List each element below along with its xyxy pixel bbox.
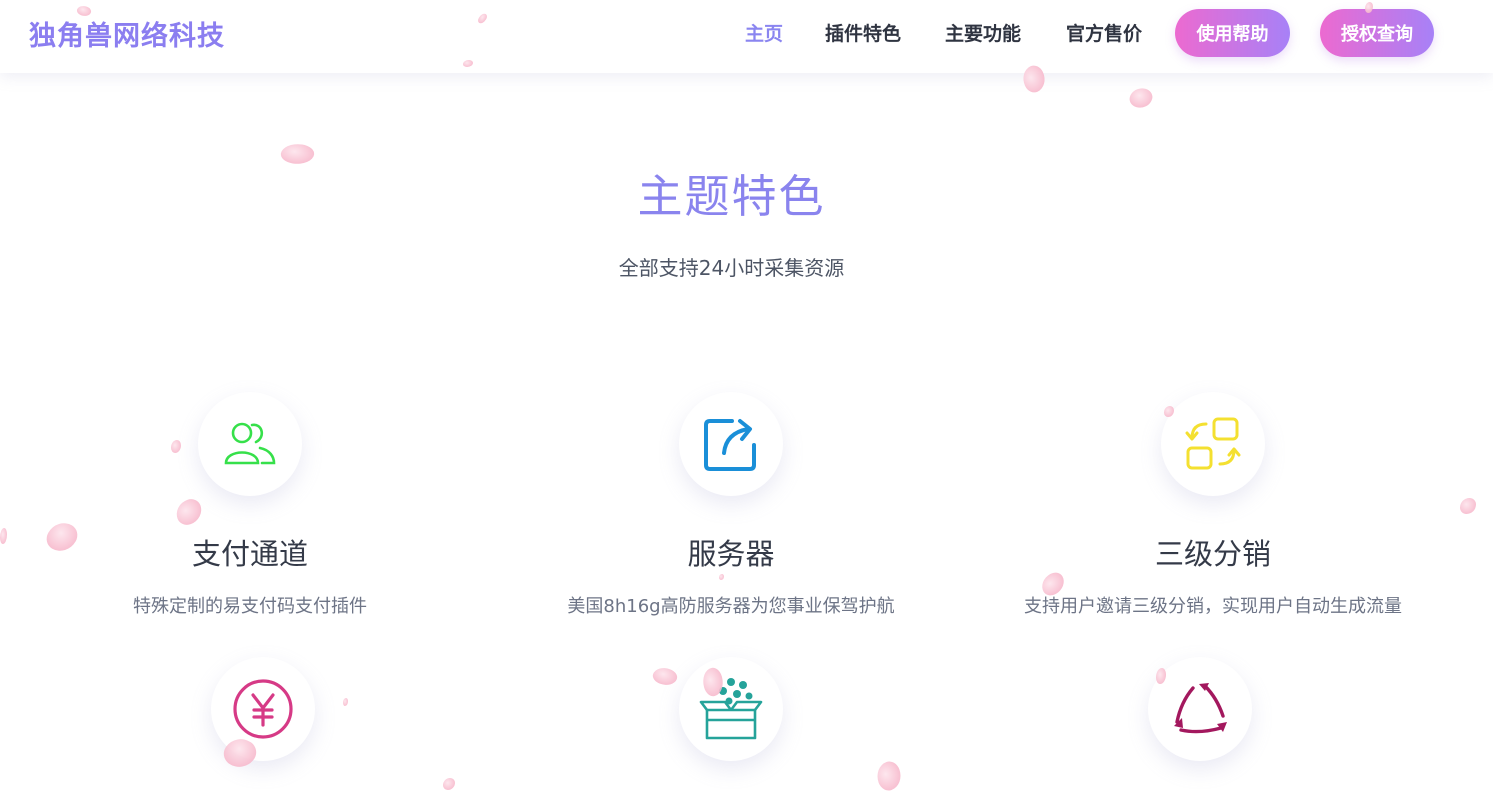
nav-pricing[interactable]: 官方售价 [1066, 19, 1142, 46]
petal-decoration [650, 664, 680, 689]
yen-icon [233, 679, 293, 739]
feature-title: 支付通道 [191, 537, 308, 571]
auth-query-button[interactable]: 授权查询 [1320, 9, 1434, 57]
petal-decoration [872, 758, 906, 793]
feature-title: 三级分销 [1154, 537, 1271, 571]
nav-plugin-features[interactable]: 插件特色 [825, 19, 901, 46]
section-subtitle: 全部支持24小时采集资源 [618, 256, 845, 280]
feature-desc: 特殊定制的易支付码支付插件 [133, 596, 367, 617]
feature-desc: 支持用户邀请三级分销，实现用户自动生成流量 [1024, 596, 1402, 617]
nav-home[interactable]: 主页 [745, 19, 783, 46]
users-icon [224, 422, 276, 465]
petal-decoration [172, 496, 206, 528]
nav-main-functions[interactable]: 主要功能 [945, 19, 1021, 46]
feature-icon-circle [679, 392, 783, 496]
feature-icon-circle [198, 392, 302, 496]
petal-decoration [1127, 85, 1155, 111]
petal-decoration [343, 698, 348, 706]
cycle-icon [1174, 683, 1227, 734]
help-button[interactable]: 使用帮助 [1175, 9, 1290, 57]
share-icon [704, 419, 756, 471]
petal-decoration [719, 574, 724, 580]
feature-icon-circle [1161, 392, 1265, 496]
petal-decoration [171, 440, 181, 453]
petal-decoration [1460, 498, 1476, 514]
petal-decoration [443, 778, 455, 790]
feature-icon-circle [679, 657, 783, 761]
feature-title: 服务器 [687, 537, 775, 571]
feature-desc: 美国8h16g高防服务器为您事业保驾护航 [567, 596, 895, 617]
petal-decoration [0, 528, 7, 544]
brand-logo[interactable]: 独角兽网络科技 [29, 14, 225, 53]
swap-icon [1185, 417, 1241, 470]
top-navbar: 独角兽网络科技 主页 插件特色 主要功能 官方售价 使用帮助 授权查询 [0, 0, 1493, 73]
section-title: 主题特色 [637, 170, 826, 223]
